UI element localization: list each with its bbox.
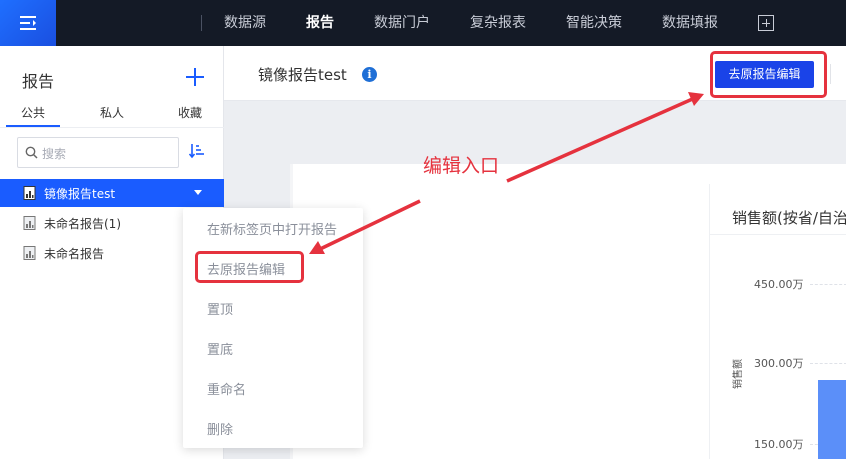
y-tick-label: 450.00万 <box>754 278 804 291</box>
add-report-icon[interactable] <box>186 68 204 86</box>
add-square-icon[interactable] <box>758 15 774 31</box>
y-tick-label: 300.00万 <box>754 357 804 370</box>
menu-item-rename[interactable]: 重命名 <box>207 379 246 398</box>
nav-separator <box>201 15 202 31</box>
context-menu: 在新标签页中打开报告 去原报告编辑 置顶 置底 重命名 删除 <box>183 208 363 448</box>
list-item-report[interactable]: 镜像报告test <box>0 179 224 207</box>
tabs-divider <box>0 127 224 128</box>
chart-card[interactable]: 销售额(按省/自治 450.00万 300.00万 150.00万 销售额 <box>709 184 846 459</box>
y-tick-label: 150.00万 <box>754 438 804 451</box>
report-file-icon <box>23 246 36 260</box>
annotation-label: 编辑入口 <box>423 155 500 177</box>
gridline <box>810 284 846 285</box>
menu-item-open-new-tab[interactable]: 在新标签页中打开报告 <box>207 219 337 238</box>
menu-item-pin-top[interactable]: 置顶 <box>207 299 233 318</box>
hamburger-icon <box>20 16 36 30</box>
page-title: 镜像报告test <box>258 66 347 84</box>
tab-private[interactable]: 私人 <box>100 104 124 121</box>
gridline <box>810 363 846 364</box>
chart-title-divider <box>710 234 846 235</box>
report-file-icon <box>23 186 36 200</box>
header-divider <box>830 64 831 84</box>
list-item-label: 未命名报告(1) <box>44 217 121 231</box>
nav-item-datasource[interactable]: 数据源 <box>224 0 266 46</box>
info-icon[interactable]: i <box>362 67 377 82</box>
nav-item-data-fill[interactable]: 数据填报 <box>662 0 718 46</box>
report-file-icon <box>23 216 36 230</box>
chart-title: 销售额(按省/自治 <box>732 209 846 227</box>
nav-item-smart-decision[interactable]: 智能决策 <box>566 0 622 46</box>
search-placeholder: 搜索 <box>42 147 67 161</box>
sort-icon[interactable] <box>189 143 205 159</box>
tab-public[interactable]: 公共 <box>21 104 45 121</box>
highlight-box <box>710 51 827 98</box>
tab-favorites[interactable]: 收藏 <box>178 104 202 121</box>
sidebar-title: 报告 <box>22 72 55 91</box>
menu-item-delete[interactable]: 删除 <box>207 419 233 438</box>
search-icon <box>25 146 38 159</box>
nav-item-complex-report[interactable]: 复杂报表 <box>470 0 526 46</box>
highlight-box <box>195 251 304 283</box>
chevron-down-icon[interactable] <box>194 190 202 195</box>
hamburger-menu-button[interactable] <box>0 0 56 46</box>
nav-item-report[interactable]: 报告 <box>306 0 334 46</box>
y-axis-label: 销售额 <box>733 359 744 389</box>
menu-item-pin-bottom[interactable]: 置底 <box>207 339 233 358</box>
search-input[interactable]: 搜索 <box>17 137 179 168</box>
list-item-label: 镜像报告test <box>44 187 116 201</box>
nav-item-data-portal[interactable]: 数据门户 <box>374 0 430 46</box>
top-nav-bar: 数据源 报告 数据门户 复杂报表 智能决策 数据填报 <box>0 0 846 46</box>
list-item-label: 未命名报告 <box>44 247 105 261</box>
bar[interactable] <box>818 380 846 459</box>
